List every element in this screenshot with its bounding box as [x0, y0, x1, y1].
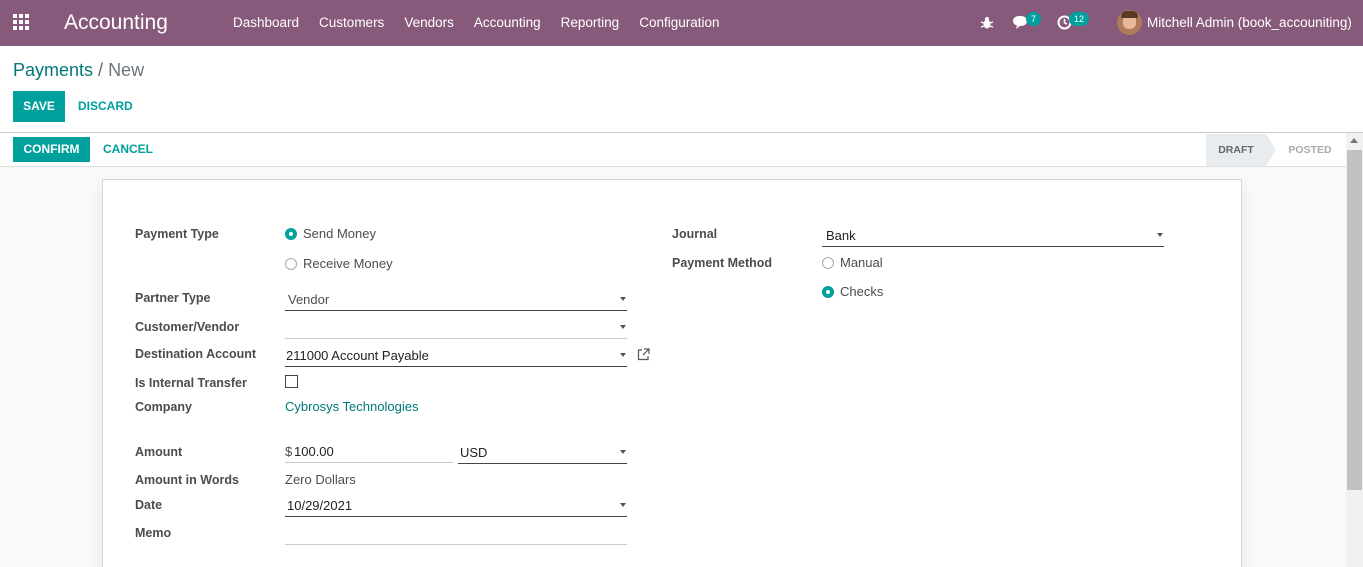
menu-customers[interactable]: Customers	[309, 0, 394, 46]
amount-value: 100.00	[294, 444, 334, 459]
main-menu: Dashboard Customers Vendors Accounting R…	[223, 0, 730, 46]
amount-words-value: Zero Dollars	[285, 472, 356, 487]
user-avatar[interactable]	[1117, 10, 1142, 35]
manual-radio[interactable]	[822, 257, 834, 269]
breadcrumb-payments[interactable]: Payments	[13, 60, 93, 80]
manual-label[interactable]: Manual	[840, 255, 883, 271]
journal-value: Bank	[826, 228, 856, 243]
discard-button[interactable]: DISCARD	[78, 91, 133, 122]
company-link[interactable]: Cybrosys Technologies	[285, 399, 418, 415]
date-value: 10/29/2021	[287, 498, 353, 513]
messages-badge: 7	[1026, 12, 1042, 26]
payment-method-label: Payment Method	[672, 256, 773, 270]
save-button[interactable]: SAVE	[13, 91, 65, 122]
scrollbar-thumb[interactable]	[1347, 150, 1362, 490]
external-link-icon[interactable]	[637, 348, 650, 361]
top-navbar: Accounting Dashboard Customers Vendors A…	[0, 0, 1363, 46]
apps-grid-icon[interactable]	[13, 14, 31, 32]
receive-money-radio[interactable]	[285, 258, 297, 270]
date-label: Date	[135, 498, 163, 512]
date-input[interactable]: 10/29/2021	[285, 493, 627, 517]
breadcrumb-current: New	[108, 60, 145, 80]
receive-money-label[interactable]: Receive Money	[303, 256, 393, 272]
journal-select[interactable]: Bank	[822, 223, 1164, 247]
menu-vendors[interactable]: Vendors	[394, 0, 464, 46]
control-panel	[0, 46, 1363, 133]
currency-caret-icon	[620, 450, 626, 454]
menu-reporting[interactable]: Reporting	[551, 0, 630, 46]
send-money-radio[interactable]	[285, 228, 297, 240]
currency-select[interactable]: USD	[458, 440, 627, 464]
app-brand[interactable]: Accounting	[64, 10, 168, 36]
amount-currency-symbol: $	[285, 444, 293, 459]
company-label: Company	[135, 400, 192, 414]
journal-label: Journal	[672, 227, 718, 241]
customer-vendor-input[interactable]	[285, 315, 627, 339]
user-menu[interactable]: Mitchell Admin (book_accouniting)	[1147, 15, 1352, 31]
checks-radio[interactable]	[822, 286, 834, 298]
partner-type-label: Partner Type	[135, 291, 211, 305]
menu-dashboard[interactable]: Dashboard	[223, 0, 309, 46]
breadcrumb-separator: /	[98, 60, 104, 80]
currency-value: USD	[460, 445, 488, 460]
send-money-label[interactable]: Send Money	[303, 226, 376, 242]
partner-type-caret-icon	[620, 297, 626, 301]
stage-arrow	[1266, 134, 1276, 166]
stage-posted[interactable]: POSTED	[1280, 134, 1340, 166]
checks-label[interactable]: Checks	[840, 284, 883, 300]
activities-badge: 12	[1069, 12, 1090, 26]
menu-configuration[interactable]: Configuration	[629, 0, 729, 46]
partner-type-value: Vendor	[288, 292, 330, 307]
partner-type-select[interactable]: Vendor	[285, 287, 627, 311]
destination-account-label: Destination Account	[135, 347, 257, 361]
memo-input[interactable]	[285, 521, 627, 545]
internal-transfer-checkbox[interactable]	[285, 375, 298, 388]
journal-caret-icon	[1157, 233, 1163, 237]
destination-account-input[interactable]: 211000 Account Payable	[285, 343, 627, 367]
status-bar	[0, 133, 1363, 167]
payment-type-label: Payment Type	[135, 227, 219, 241]
customer-vendor-label: Customer/Vendor	[135, 320, 240, 334]
destination-account-value: 211000 Account Payable	[286, 348, 429, 363]
breadcrumb: Payments / New	[13, 59, 144, 81]
date-caret-icon	[620, 503, 626, 507]
amount-input[interactable]: $ 100.00	[285, 439, 453, 463]
customer-vendor-caret-icon	[620, 325, 626, 329]
destination-account-caret-icon	[620, 353, 626, 357]
amount-label: Amount	[135, 445, 183, 459]
debug-bug-icon[interactable]	[980, 16, 994, 30]
amount-words-label: Amount in Words	[135, 473, 239, 487]
cancel-button[interactable]: CANCEL	[103, 137, 153, 162]
scroll-up-icon[interactable]	[1350, 138, 1358, 143]
internal-transfer-label: Is Internal Transfer	[135, 376, 247, 390]
page-scrollbar[interactable]	[1346, 133, 1363, 567]
menu-accounting[interactable]: Accounting	[464, 0, 551, 46]
confirm-button[interactable]: CONFIRM	[13, 137, 90, 162]
memo-label: Memo	[135, 526, 172, 540]
stage-draft: DRAFT	[1206, 134, 1266, 166]
